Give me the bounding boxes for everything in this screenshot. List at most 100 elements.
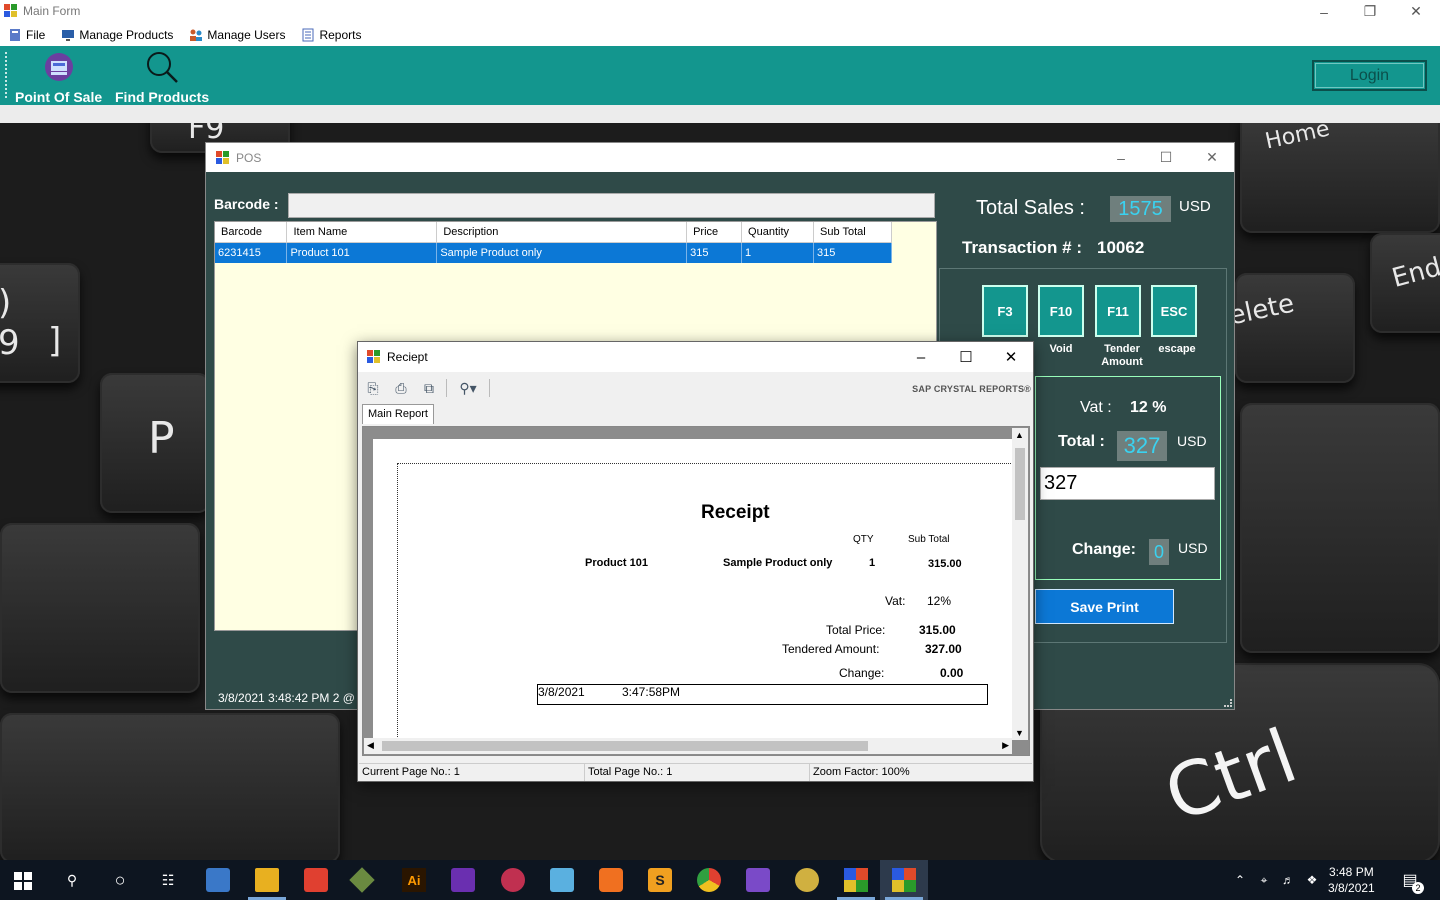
transaction-label: Transaction # : xyxy=(962,238,1082,257)
report-total-price-label: Total Price: xyxy=(826,623,886,637)
col-header[interactable]: Item Name xyxy=(286,222,438,243)
cortana-icon[interactable]: ○ xyxy=(108,868,132,892)
xampp-icon[interactable] xyxy=(599,868,623,892)
app-icon[interactable] xyxy=(892,868,916,892)
f3-key-label: F3 xyxy=(997,303,1013,319)
windows-start-icon[interactable] xyxy=(14,872,32,890)
chevron-up-icon[interactable]: ⌃ xyxy=(1228,868,1252,892)
export-icon[interactable]: ⎘ xyxy=(362,378,384,398)
key-label: Ctrl xyxy=(1154,713,1308,839)
keyboard-key: ) 9 ] xyxy=(0,263,80,383)
cell[interactable]: 6231415 xyxy=(215,242,288,263)
app-icon xyxy=(367,350,380,363)
point-of-sale-button[interactable]: Point Of Sale xyxy=(15,48,105,105)
barcode-input[interactable] xyxy=(288,193,935,218)
visual-studio-icon[interactable] xyxy=(451,868,475,892)
visual-studio-icon[interactable] xyxy=(746,868,770,892)
dropbox-icon[interactable]: ❖ xyxy=(1300,868,1324,892)
col-header[interactable]: Description xyxy=(436,222,688,243)
app-icon[interactable] xyxy=(206,868,230,892)
scroll-left-icon[interactable]: ◀ xyxy=(367,740,374,751)
volume-icon[interactable]: ♬ xyxy=(1276,868,1300,892)
menu-manage-products-label: Manage Products xyxy=(79,27,174,42)
toolbar-separator xyxy=(446,379,447,397)
save-print-button[interactable]: Save Print xyxy=(1035,589,1174,624)
scroll-right-icon[interactable]: ▶ xyxy=(1002,740,1009,751)
notepad-icon[interactable] xyxy=(550,868,574,892)
close-button[interactable]: ✕ xyxy=(1393,0,1439,23)
receipt-window: Reciept – ☐ ✕ ⎘ ⎙ ⧉ ⚲▾ SAP CRYSTAL REPOR… xyxy=(357,341,1034,782)
resize-grip[interactable] xyxy=(1224,699,1232,707)
copy-icon[interactable]: ⧉ xyxy=(418,378,440,398)
menu-manage-products[interactable]: Manage Products xyxy=(61,28,173,42)
scroll-thumb[interactable] xyxy=(1015,448,1025,520)
table-row[interactable]: 6231415 Product 101 Sample Product only … xyxy=(215,242,892,263)
report-item-desc: Sample Product only xyxy=(723,557,833,569)
f10-void-button[interactable]: F10 xyxy=(1038,285,1084,337)
transaction-value: 10062 xyxy=(1097,238,1145,257)
search-icon[interactable]: ⚲ xyxy=(60,868,84,892)
minimize-button[interactable]: – xyxy=(1301,0,1347,23)
cell[interactable]: 1 xyxy=(741,242,815,263)
network-icon[interactable]: ⌖ xyxy=(1252,868,1276,892)
f3-button[interactable]: F3 xyxy=(982,285,1028,337)
crystal-reports-brand: SAP CRYSTAL REPORTS® xyxy=(912,384,1031,394)
receipt-maximize-button[interactable]: ☐ xyxy=(943,342,989,372)
file-explorer-icon[interactable] xyxy=(255,868,279,892)
menu-file[interactable]: File xyxy=(8,28,45,42)
cell[interactable]: 315 xyxy=(686,242,743,263)
scroll-thumb[interactable] xyxy=(382,741,868,751)
pos-close-button[interactable]: ✕ xyxy=(1189,143,1235,172)
pos-maximize-button[interactable]: ☐ xyxy=(1143,143,1189,172)
col-header[interactable]: Quantity xyxy=(741,222,815,243)
esc-escape-button[interactable]: ESC xyxy=(1151,285,1197,337)
clock[interactable]: 3:48 PM 3/8/2021 xyxy=(1328,864,1375,896)
pos-minimize-button[interactable]: – xyxy=(1098,143,1144,172)
app-icon xyxy=(216,151,229,164)
cell[interactable]: Sample Product only xyxy=(436,242,688,263)
report-item-subtotal: 315.00 xyxy=(928,558,962,570)
report-heading: Receipt xyxy=(701,502,770,523)
paint-icon[interactable] xyxy=(795,868,819,892)
app-icon[interactable] xyxy=(349,867,375,893)
toolbar-separator xyxy=(489,379,490,397)
menu-manage-users[interactable]: Manage Users xyxy=(189,28,285,42)
report-viewer[interactable]: Receipt QTY Sub Total Product 101 Sample… xyxy=(362,426,1030,756)
col-header[interactable]: Barcode xyxy=(215,222,288,243)
vertical-scrollbar[interactable]: ▲ ▼ xyxy=(1012,428,1028,740)
report-total-price-value: 315.00 xyxy=(919,623,956,637)
scroll-up-icon[interactable]: ▲ xyxy=(1015,430,1024,440)
restore-button[interactable]: ❐ xyxy=(1347,0,1393,23)
zoom-icon[interactable]: ⚲▾ xyxy=(453,378,483,398)
git-icon[interactable] xyxy=(304,868,328,892)
app-icon[interactable] xyxy=(844,868,868,892)
illustrator-icon[interactable]: Ai xyxy=(402,868,426,892)
report-item-name: Product 101 xyxy=(585,557,648,569)
receipt-minimize-button[interactable]: – xyxy=(898,342,944,372)
horizontal-scrollbar[interactable]: ◀ ▶ xyxy=(364,738,1012,754)
receipt-close-button[interactable]: ✕ xyxy=(988,342,1034,372)
change-label: Change: xyxy=(1072,541,1136,558)
paint-icon[interactable] xyxy=(501,868,525,892)
key-label: elete xyxy=(1226,288,1297,332)
vat-label: Vat : xyxy=(1080,399,1112,416)
print-icon[interactable]: ⎙ xyxy=(390,378,412,398)
task-view-icon[interactable]: ☷ xyxy=(156,868,180,892)
menu-reports[interactable]: Reports xyxy=(301,28,361,42)
cell[interactable]: 315 xyxy=(813,242,892,263)
key-label: 9 xyxy=(0,323,20,363)
tender-amount-input[interactable]: 327 xyxy=(1040,467,1215,500)
col-header[interactable]: Price xyxy=(686,222,743,243)
chrome-icon[interactable] xyxy=(697,868,721,892)
f11-tender-button[interactable]: F11 xyxy=(1095,285,1141,337)
app-icon xyxy=(4,4,17,17)
currency-label: USD xyxy=(1177,433,1207,449)
tab-main-report[interactable]: Main Report xyxy=(362,404,434,424)
sublime-icon[interactable]: S xyxy=(648,868,672,892)
cell[interactable]: Product 101 xyxy=(286,242,438,263)
scroll-down-icon[interactable]: ▼ xyxy=(1015,728,1024,738)
login-button[interactable]: Login xyxy=(1312,60,1427,91)
col-header[interactable]: Sub Total xyxy=(813,222,892,243)
menu-reports-label: Reports xyxy=(319,27,362,42)
find-products-button[interactable]: Find Products xyxy=(115,48,211,105)
